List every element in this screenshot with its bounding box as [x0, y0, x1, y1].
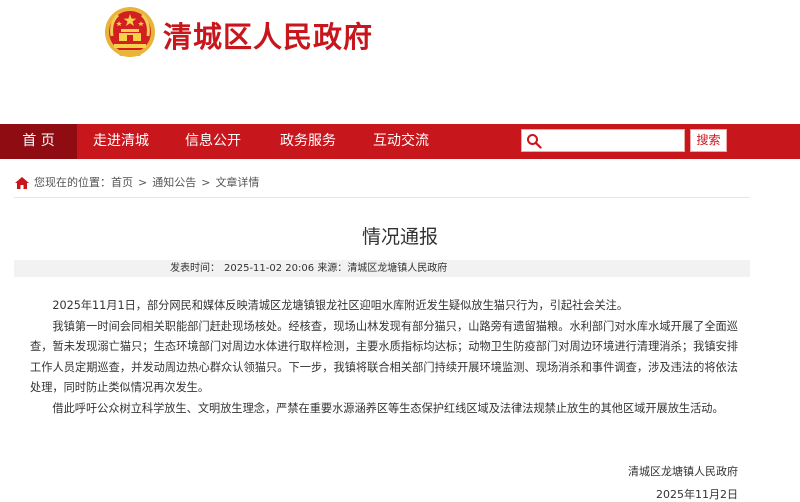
article-title: 情况通报	[361, 226, 438, 248]
breadcrumb-link-home[interactable]: 首页	[111, 176, 133, 189]
publish-time-label: 发表时间：	[170, 263, 220, 274]
publish-time-value: 2025-11-02 20:06	[224, 263, 315, 274]
nav-item-info-disclosure[interactable]: 信息公开	[168, 124, 258, 159]
article-paragraph: 我镇第一时间会同相关职能部门赶赴现场核处。经核查，现场山林发现有部分猫只，山路旁…	[30, 319, 738, 395]
article-paragraph: 2025年11月1日，部分网民和媒体反映清城区龙塘镇银龙社区迎咀水库附近发生疑似…	[52, 299, 629, 312]
site-header: 清城区人民政府	[0, 0, 800, 124]
article-meta-bar: 发表时间： 2025-11-02 20:06 来源：清城区龙塘镇人民政府	[14, 260, 750, 277]
search-button[interactable]: 搜索	[690, 129, 727, 152]
breadcrumb: 您现在的位置：首页 > 通知公告 > 文章详情	[14, 174, 259, 192]
breadcrumb-separator: >	[138, 176, 148, 189]
nav-item-about-qingcheng[interactable]: 走进清城	[77, 124, 165, 159]
breadcrumb-link-notices[interactable]: 通知公告	[152, 176, 196, 189]
breadcrumb-separator: >	[201, 176, 211, 189]
article-signature: 清城区龙塘镇人民政府	[628, 465, 738, 478]
nav-item-interaction[interactable]: 互动交流	[356, 124, 446, 159]
national-emblem-icon	[105, 7, 155, 57]
breadcrumb-divider	[14, 197, 750, 198]
breadcrumb-prefix: 您现在的位置：	[34, 176, 111, 189]
search-input[interactable]	[546, 131, 682, 150]
search-icon	[527, 134, 542, 149]
breadcrumb-current: 文章详情	[215, 176, 260, 189]
source-value: 清城区龙塘镇人民政府	[347, 263, 448, 274]
article-paragraph: 借此呼吁公众树立科学放生、文明放生理念，严禁在重要水源涵养区等生态保护红线区域及…	[52, 401, 724, 415]
nav-item-home[interactable]: 首 页	[0, 124, 77, 159]
site-title: 清城区人民政府	[163, 20, 374, 54]
source-label: 来源：	[317, 263, 348, 274]
article-body: 2025年11月1日，部分网民和媒体反映清城区龙塘镇银龙社区迎咀水库附近发生疑似…	[30, 296, 738, 419]
nav-item-gov-services[interactable]: 政务服务	[263, 124, 353, 159]
search-box	[521, 129, 685, 152]
home-icon	[15, 177, 29, 189]
